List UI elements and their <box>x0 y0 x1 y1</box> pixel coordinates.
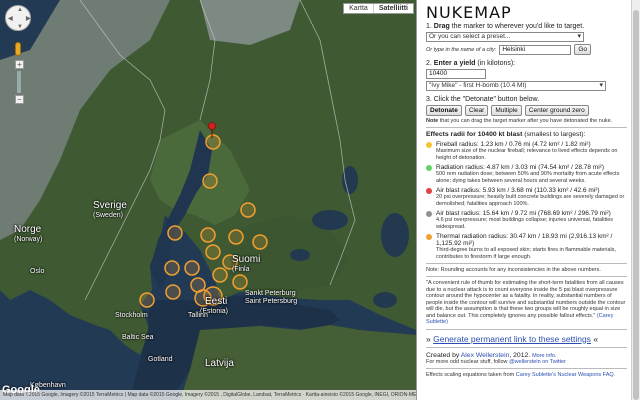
scrollbar-thumb[interactable] <box>633 10 639 400</box>
multiple-button[interactable]: Multiple <box>491 105 522 116</box>
map-attribution: Map data ©2015 Google, Imagery ©2015 Ter… <box>0 390 416 400</box>
label-finland: (Finla <box>232 266 250 273</box>
permalink-link[interactable]: Generate permanent link to these setting… <box>433 334 591 344</box>
effect-item-fireball: Fireball radius: 1.23 km / 0.76 mi (4.72… <box>426 141 627 161</box>
twitter-line: For more odd nuclear stuff, follow @well… <box>426 358 566 365</box>
panel-scrollbar[interactable] <box>631 0 640 400</box>
control-panel: NUKEMAP 1. Drag the marker to wherever y… <box>416 0 640 400</box>
satellite-map[interactable]: Kartta Satelliitti ▲ ▼ ◀ ▶ + − Sverige (… <box>0 0 416 400</box>
city-input[interactable]: Helsinki <box>499 44 572 55</box>
detonate-button[interactable]: Detonate <box>426 105 462 116</box>
label-latvija: Latvija <box>205 358 234 369</box>
blast-circle <box>205 134 221 150</box>
yield-preset-select[interactable]: "Ivy Mike" - first H-bomb (10.4 Mt) <box>426 81 606 91</box>
page-title: NUKEMAP <box>426 3 512 22</box>
air-blast-dot-icon <box>426 188 432 194</box>
label-stockholm: Stockholm <box>115 312 148 319</box>
air-blast-5psi-dot-icon <box>426 211 432 217</box>
sublette-quote: "A convenient rule of thumb for estimati… <box>426 280 626 325</box>
step1-instruction: 1. Drag the marker to wherever you'd lik… <box>426 23 585 30</box>
blast-overlay <box>139 122 268 308</box>
source-line: Effects scaling equations taken from Car… <box>426 371 616 378</box>
blast-circle <box>164 260 180 276</box>
label-norge: Norge <box>14 224 42 235</box>
effect-item-thermal: Thermal radiation radius: 30.47 km / 18.… <box>426 233 627 260</box>
label-tallinn: Tallinn <box>188 312 208 319</box>
credit-line: Created by Alex Wellerstein, 2012. More … <box>426 351 557 359</box>
effects-list: Fireball radius: 1.23 km / 0.76 mi (4.72… <box>426 141 627 260</box>
step3-instruction: 3. Click the "Detonate" button below. <box>426 96 540 103</box>
yield-input[interactable]: 10400 <box>426 69 486 79</box>
label-eesti: Eesti <box>205 296 228 307</box>
label-stpetersburg-en: Saint Petersburg <box>245 298 298 305</box>
effects-heading: Effects radii for 10400 kt blast (smalle… <box>426 131 586 138</box>
blast-circle <box>232 274 248 290</box>
drag-note: Note that you can drag the target marker… <box>426 118 613 124</box>
author-link[interactable]: Alex Wellerstein <box>461 352 510 359</box>
effect-item-air-blast-20psi: Air blast radius: 5.93 km / 3.68 mi (110… <box>426 187 627 207</box>
label-norway: (Norway) <box>14 236 43 243</box>
radiation-dot-icon <box>426 165 432 171</box>
label-gotland: Gotland <box>148 356 173 363</box>
twitter-link[interactable]: @wellerstein on Twitter <box>509 359 566 365</box>
label-stpetersburg: Sankt Peterburg <box>245 290 296 297</box>
effect-item-air-blast-5psi: Air blast radius: 15.64 km / 9.72 mi (76… <box>426 210 627 230</box>
thermal-dot-icon <box>426 234 432 240</box>
blast-circle <box>167 225 183 241</box>
fireball-dot-icon <box>426 142 432 148</box>
label-suomi: Suomi <box>232 254 261 265</box>
blast-circle <box>240 202 256 218</box>
sublette-faq-link[interactable]: Carey Sublette's Nuclear Weapons FAQ. <box>516 372 615 378</box>
blast-circle <box>205 244 221 260</box>
permalink-row: » Generate permanent link to these setti… <box>426 333 599 344</box>
city-label: Or type in the name of a city: <box>426 46 497 53</box>
blast-circle <box>184 260 200 276</box>
center-ground-zero-button[interactable]: Center ground zero <box>524 105 589 116</box>
clear-button[interactable]: Clear <box>464 105 489 116</box>
blast-circle <box>252 234 268 250</box>
label-sweden: (Sweden) <box>93 212 123 219</box>
label-sverige: Sverige <box>93 200 127 211</box>
blast-circle <box>200 227 216 243</box>
step2-instruction: 2. Enter a yield (in kilotons): <box>426 60 516 67</box>
rounding-note: Note: Rounding accounts for any inconsis… <box>426 267 601 273</box>
label-oslo: Oslo <box>30 268 45 275</box>
preset-select[interactable]: Or you can select a preset... <box>426 32 584 42</box>
go-button[interactable]: Go <box>574 44 591 55</box>
blast-circle <box>228 229 244 245</box>
blast-circle <box>212 267 228 283</box>
blast-circle <box>202 173 218 189</box>
label-baltic-sea: Baltic Sea <box>122 334 154 341</box>
blast-circle <box>139 292 155 308</box>
effect-item-radiation: Radiation radius: 4.87 km / 3.03 mi (74.… <box>426 164 627 184</box>
blast-circle <box>165 284 181 300</box>
